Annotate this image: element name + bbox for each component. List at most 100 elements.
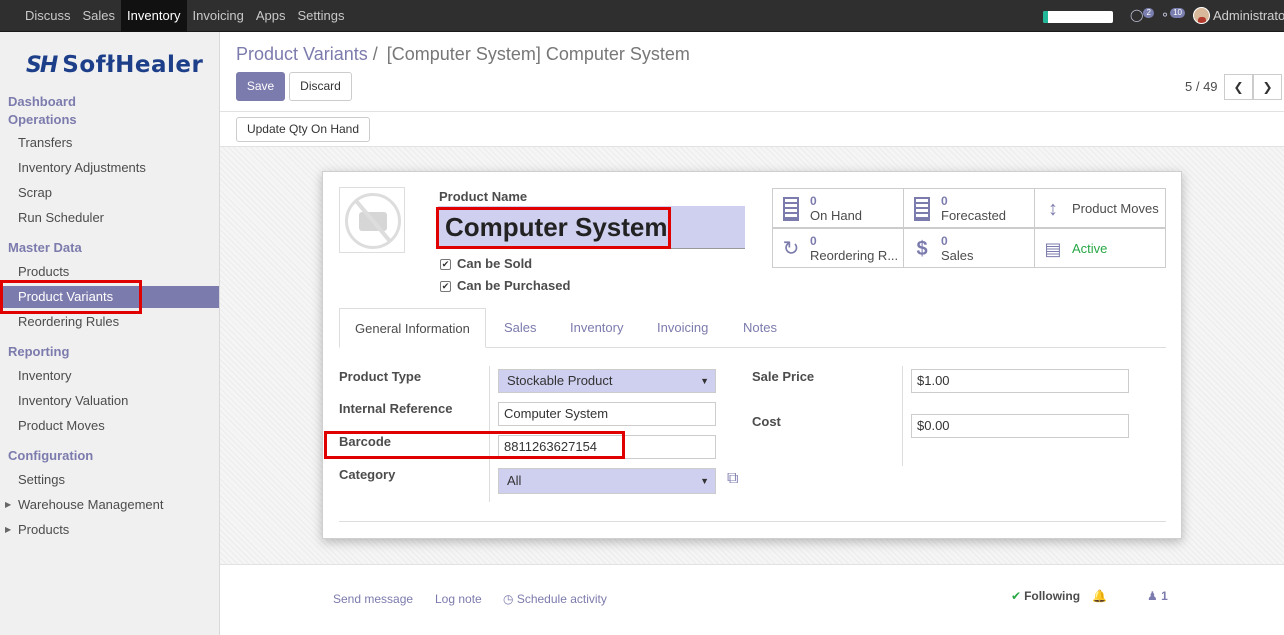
user-icon: ♟ xyxy=(1147,589,1158,603)
menu-settings[interactable]: Settings xyxy=(291,0,350,32)
form-statusbar: Update Qty On Hand xyxy=(220,112,1284,147)
menu-invoicing[interactable]: Invoicing xyxy=(187,0,250,32)
stat-reordering-button[interactable]: ↻ 0 Reordering R... xyxy=(772,228,904,268)
stat-product-moves-button[interactable]: ↕ Product Moves xyxy=(1034,188,1166,228)
breadcrumb-separator: / xyxy=(372,44,378,64)
followers-button[interactable]: ♟ 1 xyxy=(1147,589,1168,603)
sidebar-item-inventory-valuation[interactable]: Inventory Valuation xyxy=(0,390,219,412)
category-select[interactable]: All ▼ xyxy=(498,468,716,494)
can-be-purchased-label: Can be Purchased xyxy=(457,278,571,293)
main-content: Product Variants / [Computer System] Com… xyxy=(220,32,1284,635)
sidebar-item-reordering-rules[interactable]: Reordering Rules xyxy=(0,311,219,333)
sidebar-item-product-variants[interactable]: Product Variants xyxy=(0,286,219,308)
bell-icon[interactable]: 🔔 xyxy=(1092,589,1107,603)
product-type-label: Product Type xyxy=(339,369,422,384)
sidebar-item-run-scheduler[interactable]: Run Scheduler xyxy=(0,207,219,229)
stat-label: Active xyxy=(1072,241,1108,256)
cost-label: Cost xyxy=(752,414,781,429)
dropdown-caret-icon: ▼ xyxy=(700,476,709,486)
dropdown-caret-icon: ▼ xyxy=(700,376,709,386)
app-menu: Discuss Sales Inventory Invoicing Apps S… xyxy=(14,0,350,32)
check-icon: ✔ xyxy=(1011,589,1022,603)
breadcrumb-parent[interactable]: Product Variants xyxy=(236,44,368,64)
company-logo: SH SofłHealer xyxy=(26,50,203,80)
sidebar-item-warehouse-management[interactable]: ▶ Warehouse Management xyxy=(0,494,219,516)
form-sheet: Product Name Computer System ✔ Can be So… xyxy=(322,171,1182,539)
sale-price-input[interactable]: $1.00 xyxy=(911,369,1129,393)
building-icon xyxy=(783,197,799,221)
top-navbar: Discuss Sales Inventory Invoicing Apps S… xyxy=(0,0,1284,32)
sidebar-item-product-moves[interactable]: Product Moves xyxy=(0,415,219,437)
chat-count-badge: 2 xyxy=(1143,8,1154,18)
form-background: Product Name Computer System ✔ Can be So… xyxy=(220,147,1284,564)
stat-label: On Hand xyxy=(810,208,863,223)
cost-input[interactable]: $0.00 xyxy=(911,414,1129,438)
user-menu[interactable]: Administrator xyxy=(1213,8,1284,23)
onboarding-progress-bar[interactable] xyxy=(1043,11,1113,23)
menu-discuss[interactable]: Discuss xyxy=(14,0,77,32)
menu-apps[interactable]: Apps xyxy=(250,0,292,32)
can-be-sold-checkbox[interactable]: ✔ xyxy=(440,259,451,270)
schedule-activity-label: Schedule activity xyxy=(516,592,607,606)
sidebar: SH SofłHealer Dashboard Operations Trans… xyxy=(0,32,220,635)
sidebar-item-operations[interactable]: Operations xyxy=(0,109,219,131)
notebook-tabs: General Information Sales Inventory Invo… xyxy=(339,308,1166,348)
avatar[interactable] xyxy=(1193,7,1210,24)
stat-active-toggle[interactable]: ▤ Active xyxy=(1034,228,1166,268)
category-label: Category xyxy=(339,467,396,482)
sidebar-item-products[interactable]: Products xyxy=(0,261,219,283)
update-qty-button[interactable]: Update Qty On Hand xyxy=(236,117,370,142)
stat-value: 0 xyxy=(941,194,948,208)
tab-sales[interactable]: Sales xyxy=(489,308,552,348)
sidebar-item-transfers[interactable]: Transfers xyxy=(0,132,219,154)
can-be-purchased-checkbox[interactable]: ✔ xyxy=(440,281,451,292)
sidebar-item-settings[interactable]: Settings xyxy=(0,469,219,491)
stat-sales-button[interactable]: $ 0 Sales xyxy=(903,228,1035,268)
stat-forecasted-button[interactable]: 0 Forecasted xyxy=(903,188,1035,228)
schedule-activity-button[interactable]: ◷ Schedule activity xyxy=(503,592,607,606)
following-label: Following xyxy=(1024,589,1081,603)
menu-inventory[interactable]: Inventory xyxy=(121,0,187,32)
sidebar-item-reporting[interactable]: Reporting xyxy=(0,341,219,363)
breadcrumb: Product Variants / [Computer System] Com… xyxy=(236,44,690,65)
followers-count: 1 xyxy=(1161,589,1168,603)
field-divider xyxy=(902,366,903,466)
external-link-icon[interactable]: ⧉ xyxy=(727,470,747,488)
log-note-button[interactable]: Log note xyxy=(435,592,482,606)
field-divider xyxy=(489,366,490,502)
sidebar-item-master-data[interactable]: Master Data xyxy=(0,237,219,259)
product-name-value: Computer System xyxy=(445,212,668,242)
pager-value[interactable]: 5 / 49 xyxy=(1185,79,1218,94)
sidebar-item-inventory-report[interactable]: Inventory xyxy=(0,365,219,387)
tab-inventory[interactable]: Inventory xyxy=(555,308,638,348)
barcode-input[interactable]: 8811263627154 xyxy=(498,435,716,459)
sidebar-item-inventory-adjustments[interactable]: Inventory Adjustments xyxy=(0,157,219,179)
sidebar-item-scrap[interactable]: Scrap xyxy=(0,182,219,204)
discard-button[interactable]: Discard xyxy=(289,72,352,101)
product-name-input[interactable]: Computer System xyxy=(438,206,745,249)
activity-count-badge: 10 xyxy=(1170,8,1185,18)
stat-on-hand-button[interactable]: 0 On Hand xyxy=(772,188,904,228)
stat-value: 0 xyxy=(941,234,948,248)
pager-next-button[interactable]: ❯ xyxy=(1253,74,1282,100)
tab-notes[interactable]: Notes xyxy=(728,308,792,348)
sidebar-item-products-config[interactable]: ▶ Products xyxy=(0,519,219,541)
send-message-button[interactable]: Send message xyxy=(333,592,413,606)
chat-icon[interactable]: ◯ 2 xyxy=(1130,8,1154,22)
product-type-select[interactable]: Stockable Product ▼ xyxy=(498,369,716,393)
stat-label: Forecasted xyxy=(941,208,1007,223)
internal-reference-input[interactable]: Computer System xyxy=(498,402,716,426)
tab-general-information[interactable]: General Information xyxy=(339,308,486,348)
archive-icon: ▤ xyxy=(1044,239,1062,259)
product-image[interactable] xyxy=(339,187,405,253)
barcode-label: Barcode xyxy=(339,434,392,449)
pager-previous-button[interactable]: ❮ xyxy=(1224,74,1253,100)
save-button[interactable]: Save xyxy=(236,72,285,101)
activity-icon[interactable]: ⚬ 10 xyxy=(1160,8,1185,22)
sidebar-item-configuration[interactable]: Configuration xyxy=(0,445,219,467)
menu-sales[interactable]: Sales xyxy=(77,0,122,32)
tab-invoicing[interactable]: Invoicing xyxy=(642,308,723,348)
breadcrumb-current: [Computer System] Computer System xyxy=(386,44,690,64)
logo-text: SofłHealer xyxy=(62,52,204,78)
following-button[interactable]: ✔ Following xyxy=(1011,589,1080,603)
